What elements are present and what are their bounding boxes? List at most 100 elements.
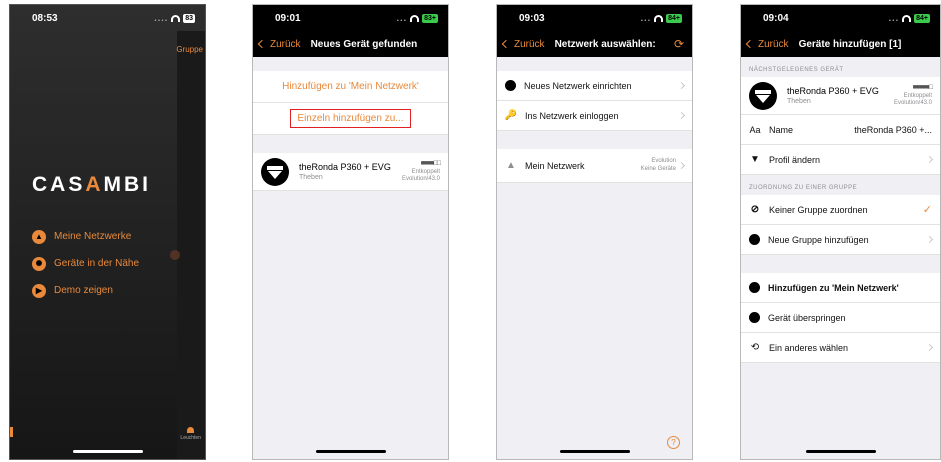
plus-circle-icon [749, 234, 760, 245]
status-time: 09:04 [763, 12, 789, 24]
chevron-right-icon [677, 81, 686, 90]
device-info: theRonda P360 + EVG Theben [787, 86, 879, 105]
section-label-nearest: NÄCHSTGELEGENES GERÄT [749, 67, 844, 73]
menu-item-label: Geräte in der Nähe [54, 258, 140, 269]
choose-other-label: Ein anderes wählen [769, 342, 849, 353]
screenshot-canvas: 08:53 .... 83 Gruppe CASAMBI ▲ Meine Net… [0, 0, 941, 462]
faded-indicator-icon [170, 250, 180, 260]
plus-circle-icon [749, 282, 760, 293]
add-single-button[interactable]: Einzeln hinzufügen zu... [253, 103, 448, 135]
device-status: ■■■■□□ Entkoppelt Evolution/43.0 [401, 160, 441, 183]
no-group-row[interactable]: ⊘ Keiner Gruppe zuordnen ✓ [741, 195, 940, 225]
device-firmware: Evolution/43.0 [893, 99, 932, 106]
tab-lights[interactable]: Leuchten [180, 427, 201, 441]
back-label: Zurück [514, 38, 545, 50]
chevron-right-icon [677, 111, 686, 120]
refresh-icon[interactable]: ⟳ [674, 37, 684, 51]
login-network-row[interactable]: 🔑 Ins Netzwerk einloggen [497, 101, 692, 131]
add-to-network-button[interactable]: Hinzufügen zu 'Mein Netzwerk' [253, 71, 448, 103]
lamp-icon: ▼ [750, 154, 760, 165]
side-tab-gruppe[interactable]: Gruppe [176, 45, 203, 54]
network-select-screen: 09:03 ... 84+ Zurück Netzwerk auswählen:… [496, 4, 693, 460]
checkmark-icon: ✓ [922, 204, 932, 216]
login-network-label: Ins Netzwerk einloggen [525, 110, 619, 121]
new-group-label: Neue Gruppe hinzufügen [768, 234, 869, 245]
chevron-left-icon [501, 39, 511, 49]
network-arrow-icon: ▲ [506, 160, 516, 171]
device-row[interactable]: theRonda P360 + EVG Theben ■■■■■□ Entkop… [741, 77, 940, 115]
menu-item-my-networks[interactable]: ▲ Meine Netzwerke [32, 223, 139, 250]
no-entry-icon: ⊘ [750, 204, 760, 215]
status-time: 09:03 [519, 12, 545, 24]
back-label: Zurück [758, 38, 789, 50]
status-icons: ... 84+ [641, 13, 682, 23]
my-network-info: Evolution Keine Geräte [641, 158, 676, 172]
lamp-device-icon [749, 81, 777, 110]
add-to-network-label: Hinzufügen zu 'Mein Netzwerk' [768, 282, 899, 293]
wifi-icon [654, 14, 664, 22]
page-title: Geräte hinzufügen [1] [798, 38, 902, 50]
device-state: Entkoppelt [411, 168, 440, 175]
my-network-row[interactable]: ▲ Mein Netzwerk Evolution Keine Geräte [497, 149, 692, 183]
back-button[interactable]: Zurück [257, 39, 301, 50]
device-name: theRonda P360 + EVG [787, 86, 879, 96]
home-indicator[interactable] [72, 450, 143, 453]
menu-item-nearby-devices[interactable]: ✺ Geräte in der Nähe [32, 250, 139, 277]
signal-dots-icon: ... [640, 13, 652, 23]
add-to-network-button[interactable]: Hinzufügen zu 'Mein Netzwerk' [741, 273, 940, 303]
new-network-row[interactable]: Neues Netzwerk einrichten [497, 71, 692, 101]
section-label-group: ZUORDNUNG ZU EINER GRUPPE [749, 185, 858, 191]
device-firmware: Evolution/43.0 [401, 175, 440, 182]
change-profile-label: Profil ändern [769, 154, 821, 165]
page-title: Neues Gerät gefunden [310, 38, 418, 50]
key-icon: 🔑 [504, 110, 518, 121]
nearby-devices-icon: ✺ [32, 256, 46, 271]
signal-dots-icon: .... [154, 13, 169, 23]
battery-icon: 83 [183, 13, 195, 23]
device-vendor: Theben [787, 98, 811, 105]
skip-circle-icon [749, 312, 760, 323]
edge-handle[interactable] [10, 427, 13, 437]
device-row[interactable]: theRonda P360 + EVG Theben ■■■■□□ Entkop… [253, 153, 448, 191]
battery-icon: 84+ [666, 13, 682, 23]
home-indicator[interactable] [805, 450, 876, 453]
side-panel[interactable] [177, 31, 205, 459]
chevron-right-icon [925, 343, 934, 352]
add-single-label: Einzeln hinzufügen zu... [290, 109, 411, 128]
battery-icon: 83+ [422, 13, 438, 23]
chevron-left-icon [257, 39, 267, 49]
status-icons: ... 84+ [889, 13, 930, 23]
menu-item-label: Demo zeigen [54, 285, 113, 296]
menu-item-demo[interactable]: ▶ Demo zeigen [32, 277, 139, 304]
home-indicator[interactable] [559, 450, 630, 453]
help-icon[interactable]: ? [667, 436, 680, 449]
home-indicator[interactable] [315, 450, 386, 453]
tab-lights-label: Leuchten [180, 435, 201, 441]
signal-strength-icon: ■■■■■□ [912, 84, 933, 92]
wifi-icon [410, 14, 420, 22]
logo-text-post: MBI [103, 173, 152, 196]
chevron-right-icon [925, 235, 934, 244]
name-label: Name [769, 124, 794, 135]
signal-dots-icon: ... [888, 13, 900, 23]
name-row[interactable]: Aa Name theRonda P360 +... [741, 115, 940, 145]
page-title: Netzwerk auswählen: [554, 38, 656, 50]
name-value: theRonda P360 +... [854, 124, 932, 135]
change-profile-row[interactable]: ▼ Profil ändern [741, 145, 940, 175]
logo-accent-a: A [85, 173, 104, 196]
add-devices-screen: 09:04 ... 84+ Zurück Geräte hinzufügen [… [740, 4, 941, 460]
play-icon: ▶ [32, 283, 46, 298]
lamp-device-icon [261, 157, 289, 186]
back-button[interactable]: Zurück [745, 38, 789, 50]
back-button[interactable]: Zurück [501, 38, 545, 50]
skip-device-button[interactable]: Gerät überspringen [741, 303, 940, 333]
nav-bar: Zurück Geräte hinzufügen [1] [741, 31, 940, 57]
new-group-row[interactable]: Neue Gruppe hinzufügen [741, 225, 940, 255]
status-bar: 09:03 ... 84+ [497, 5, 692, 31]
my-network-type: Evolution [651, 158, 676, 165]
nav-bar: Zurück Neues Gerät gefunden [253, 31, 448, 57]
choose-other-row[interactable]: ⟲ Ein anderes wählen [741, 333, 940, 363]
